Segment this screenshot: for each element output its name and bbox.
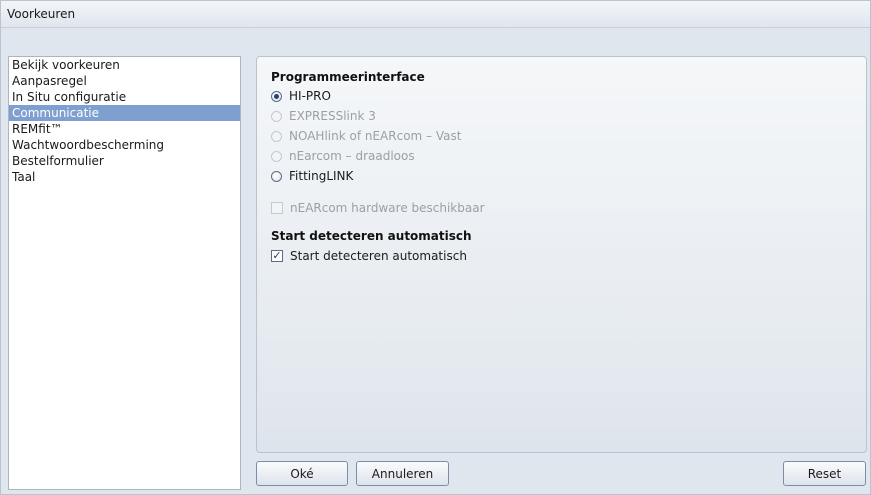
radio-button[interactable] [271,90,282,102]
radio-button[interactable] [271,170,282,182]
checkbox-label: nEARcom hardware beschikbaar [290,201,485,215]
checkbox-checked[interactable]: ✓ [271,250,283,262]
programming-interface-heading: Programmeerinterface [271,70,425,84]
autodetect-heading: Start detecteren automatisch [271,229,472,243]
sidebar-item-bestelformulier[interactable]: Bestelformulier [9,153,240,169]
radio-label: nEarcom – draadloos [289,149,415,163]
sidebar-item-aanpasregel[interactable]: Aanpasregel [9,73,240,89]
sidebar-item-taal[interactable]: Taal [9,169,240,185]
sidebar-item-in-situ-configuratie[interactable]: In Situ configuratie [9,89,240,105]
radio-label: EXPRESSlink 3 [289,109,376,123]
ok-button[interactable]: Oké [256,461,348,486]
radio-noahlink-nearcom-vast: NOAHlink of nEARcom – Vast [271,128,461,144]
preferences-window: Voorkeuren Bekijk voorkeuren Aanpasregel… [0,0,871,495]
sidebar-item-bekijk-voorkeuren[interactable]: Bekijk voorkeuren [9,57,240,73]
radio-label: NOAHlink of nEARcom – Vast [289,129,462,143]
preferences-category-list[interactable]: Bekijk voorkeuren Aanpasregel In Situ co… [8,56,241,490]
autodetect-checkbox[interactable]: ✓ Start detecteren automatisch [271,248,467,264]
sidebar-item-wachtwoordbescherming[interactable]: Wachtwoordbescherming [9,137,240,153]
window-title: Voorkeuren [7,7,76,21]
radio-button [271,130,282,142]
radio-button [271,110,282,122]
radio-button [271,150,282,162]
cancel-button[interactable]: Annuleren [356,461,449,486]
sidebar-item-communicatie[interactable]: Communicatie [9,105,240,121]
radio-label: HI-PRO [289,89,331,103]
reset-button[interactable]: Reset [783,461,866,486]
checkbox [271,202,283,214]
checkbox-label: Start detecteren automatisch [290,249,467,263]
communication-settings-panel: Programmeerinterface HI-PRO EXPRESSlink … [256,56,867,453]
nearcom-hardware-checkbox: nEARcom hardware beschikbaar [271,200,485,216]
sidebar-item-remfit[interactable]: REMfit™ [9,121,240,137]
radio-hi-pro[interactable]: HI-PRO [271,88,331,104]
radio-expresslink-3: EXPRESSlink 3 [271,108,376,124]
title-bar[interactable]: Voorkeuren [1,1,870,28]
radio-fittinglink[interactable]: FittingLINK [271,168,353,184]
radio-label: FittingLINK [289,169,354,183]
radio-nearcom-draadloos: nEarcom – draadloos [271,148,415,164]
